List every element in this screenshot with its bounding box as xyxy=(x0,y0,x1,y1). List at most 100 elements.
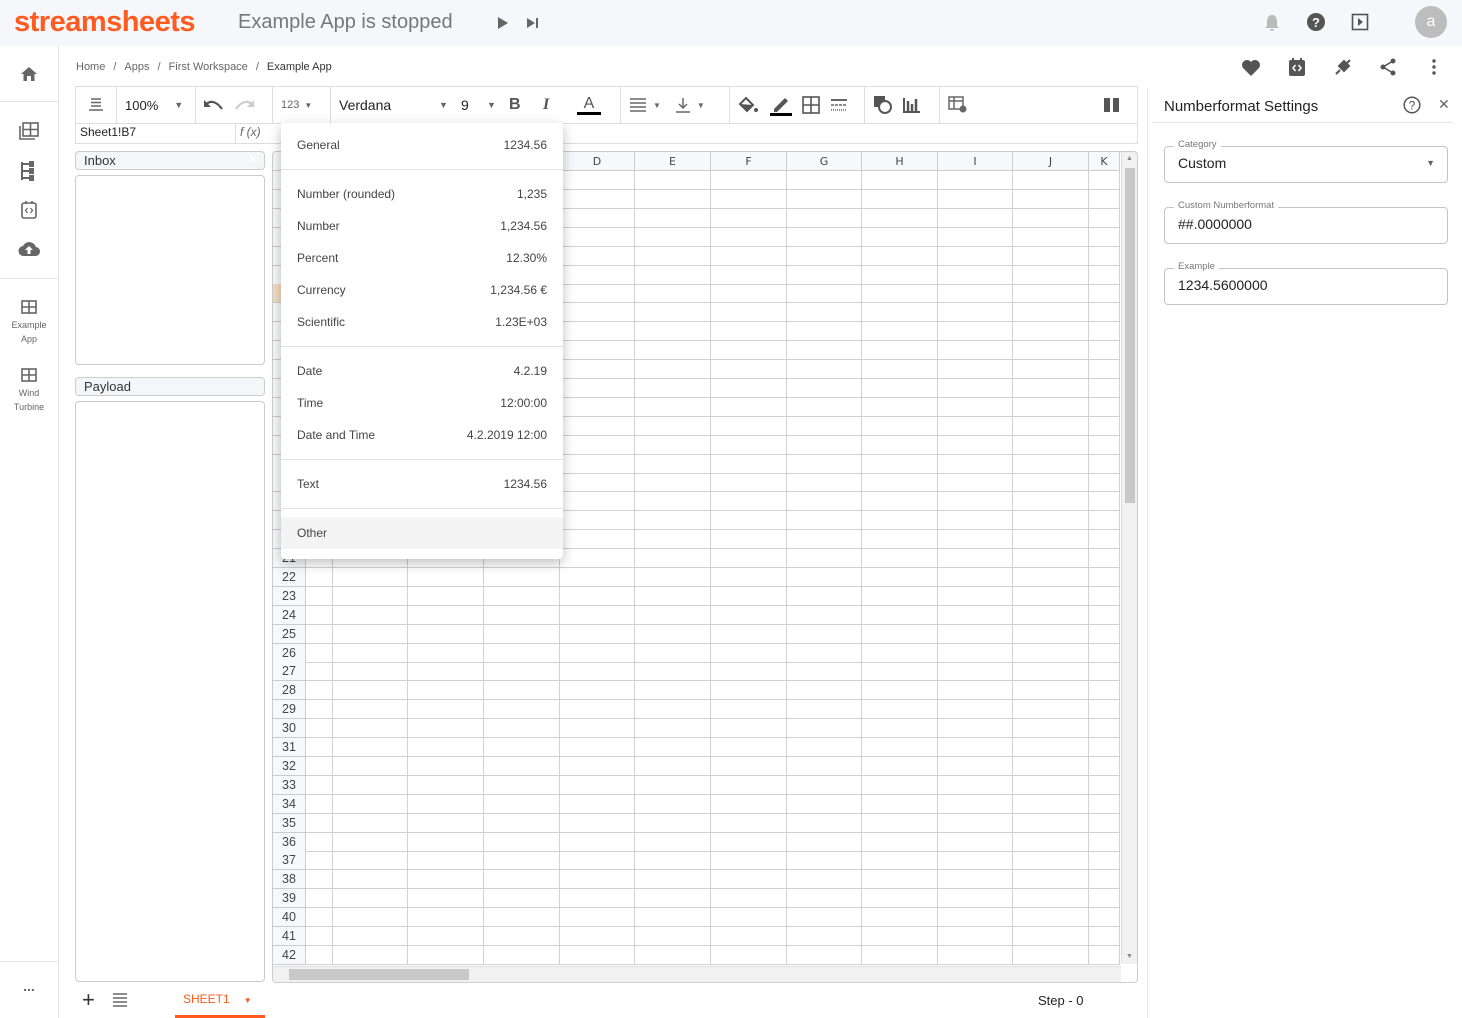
cell[interactable] xyxy=(711,284,787,304)
cell[interactable] xyxy=(787,284,862,304)
avatar[interactable]: a xyxy=(1415,6,1447,38)
cell[interactable] xyxy=(635,813,711,833)
cell[interactable] xyxy=(408,908,484,928)
cell[interactable] xyxy=(306,851,333,871)
bell-icon[interactable] xyxy=(1262,13,1282,33)
cell[interactable] xyxy=(1013,681,1089,701)
cell[interactable] xyxy=(1089,832,1120,852)
cell[interactable] xyxy=(1013,454,1089,474)
cell[interactable] xyxy=(711,719,787,739)
cell[interactable] xyxy=(635,265,711,285)
cell[interactable] xyxy=(408,624,484,644)
cell[interactable] xyxy=(711,378,787,398)
cell[interactable] xyxy=(1089,341,1120,361)
cell[interactable] xyxy=(938,511,1013,531)
vertical-scrollbar[interactable]: ▲ ▼ xyxy=(1121,152,1137,964)
cell[interactable] xyxy=(635,832,711,852)
cell[interactable] xyxy=(1089,549,1120,568)
cell[interactable] xyxy=(862,832,938,852)
cell[interactable] xyxy=(1089,246,1120,266)
cell[interactable] xyxy=(938,549,1013,568)
cell[interactable] xyxy=(938,832,1013,852)
cell[interactable] xyxy=(1089,473,1120,493)
cell[interactable] xyxy=(1089,435,1120,455)
cell[interactable] xyxy=(1013,719,1089,739)
cell[interactable] xyxy=(938,227,1013,247)
cell[interactable] xyxy=(560,624,635,644)
row-header[interactable]: 23 xyxy=(273,586,306,606)
cell[interactable] xyxy=(787,378,862,398)
cell[interactable] xyxy=(560,189,635,209)
cell[interactable] xyxy=(1089,416,1120,436)
cell[interactable] xyxy=(711,624,787,644)
column-header[interactable]: I xyxy=(938,152,1013,171)
cell[interactable] xyxy=(306,605,333,625)
cell[interactable] xyxy=(1013,908,1089,928)
menu-item-format[interactable]: Currency 1,234.56 € xyxy=(281,274,563,306)
cell[interactable] xyxy=(787,927,862,946)
cell[interactable] xyxy=(862,813,938,833)
sheet-tab[interactable]: SHEET1 ▼ xyxy=(175,985,265,1018)
cell[interactable] xyxy=(938,416,1013,436)
cell[interactable] xyxy=(1089,303,1120,323)
cell[interactable] xyxy=(1013,171,1089,190)
logo[interactable]: streamsheets xyxy=(14,6,196,39)
cell[interactable] xyxy=(862,719,938,739)
cell[interactable] xyxy=(484,775,560,795)
cell[interactable] xyxy=(306,832,333,852)
cell[interactable] xyxy=(787,265,862,285)
cell[interactable] xyxy=(1089,586,1120,606)
sidebar-item-example-app[interactable]: Example App xyxy=(0,300,58,346)
scrollbar-thumb[interactable] xyxy=(289,969,469,980)
cell[interactable] xyxy=(1013,378,1089,398)
cell[interactable] xyxy=(560,700,635,720)
border-color-icon[interactable] xyxy=(770,94,792,116)
cell[interactable] xyxy=(560,360,635,379)
cell[interactable] xyxy=(711,454,787,474)
cell[interactable] xyxy=(1089,360,1120,379)
cell[interactable] xyxy=(938,927,1013,946)
cell[interactable] xyxy=(862,284,938,304)
cell[interactable] xyxy=(408,832,484,852)
cell[interactable] xyxy=(787,303,862,323)
cell[interactable] xyxy=(862,794,938,814)
italic-button[interactable]: I xyxy=(543,96,577,114)
zoom-select[interactable]: 100% ▼ xyxy=(117,87,196,123)
cell[interactable] xyxy=(1089,492,1120,512)
cell[interactable] xyxy=(484,738,560,757)
cell[interactable] xyxy=(306,927,333,946)
cell[interactable] xyxy=(1013,416,1089,436)
cell[interactable] xyxy=(787,813,862,833)
shapes-icon[interactable] xyxy=(873,95,893,115)
menu-item-format[interactable]: Time 12:00:00 xyxy=(281,387,563,419)
cell[interactable] xyxy=(1089,662,1120,682)
cell[interactable] xyxy=(938,341,1013,361)
menu-item-format[interactable]: Number 1,234.56 xyxy=(281,210,563,242)
menu-item-format[interactable]: Scientific 1.23E+03 xyxy=(281,306,563,338)
cell[interactable] xyxy=(787,530,862,550)
cell[interactable] xyxy=(484,624,560,644)
cell[interactable] xyxy=(408,851,484,871)
cell[interactable] xyxy=(862,322,938,342)
cell[interactable] xyxy=(787,605,862,625)
cell[interactable] xyxy=(938,605,1013,625)
cell[interactable] xyxy=(333,775,408,795)
numberformat-button[interactable]: 123 ▼ xyxy=(273,87,331,123)
cell[interactable] xyxy=(635,397,711,417)
cell[interactable] xyxy=(787,246,862,266)
cell[interactable] xyxy=(711,360,787,379)
favorite-icon[interactable] xyxy=(1241,58,1261,78)
connections-button[interactable] xyxy=(0,160,58,182)
cell[interactable] xyxy=(862,473,938,493)
cell[interactable] xyxy=(408,794,484,814)
cell[interactable] xyxy=(1013,492,1089,512)
cell[interactable] xyxy=(711,189,787,209)
row-header[interactable]: 29 xyxy=(273,700,306,720)
cell[interactable] xyxy=(306,719,333,739)
cell[interactable] xyxy=(787,719,862,739)
cell[interactable] xyxy=(306,662,333,682)
plug-icon[interactable] xyxy=(1333,57,1353,77)
cell[interactable] xyxy=(635,473,711,493)
row-header[interactable]: 39 xyxy=(273,889,306,909)
cell[interactable] xyxy=(333,700,408,720)
